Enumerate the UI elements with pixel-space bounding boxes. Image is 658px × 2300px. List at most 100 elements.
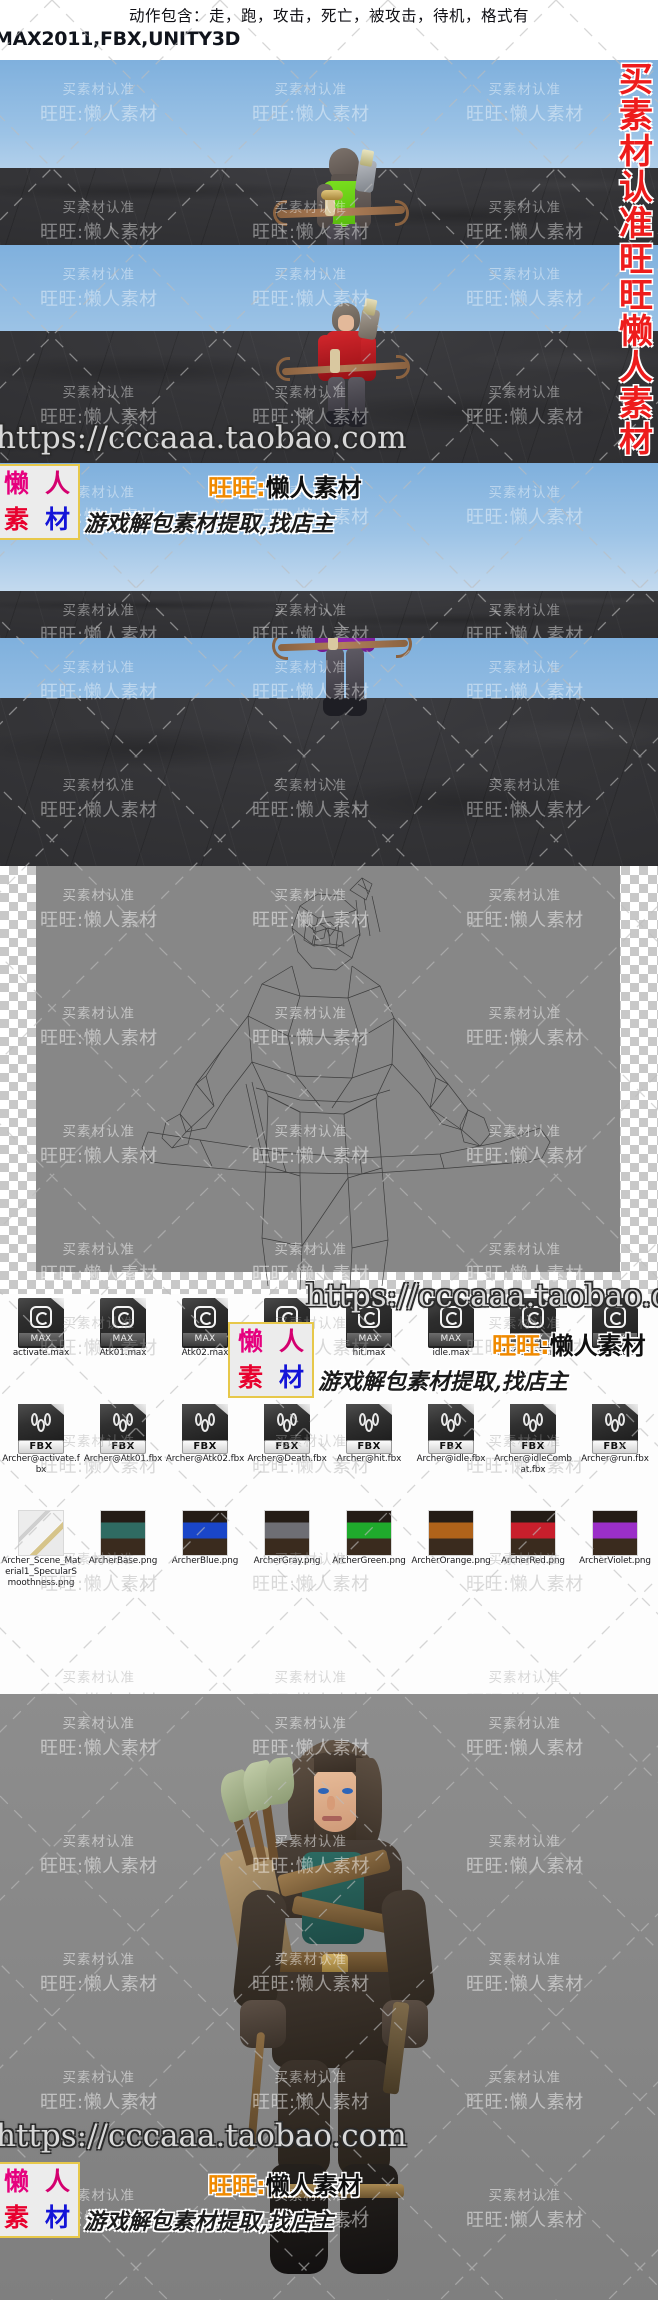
watermark-tile-line1: 买素材认准 — [62, 2188, 136, 2204]
file-item[interactable]: MAX hit.max — [328, 1298, 410, 1359]
character-archer-red — [276, 297, 410, 453]
watermark-tile-line2: 旺旺:懒人素材 — [40, 2210, 158, 2231]
file-item[interactable]: MAX Atk02.max — [164, 1298, 246, 1359]
file-item[interactable]: MAX Death.max — [246, 1298, 328, 1359]
file-item[interactable]: FBX Archer@idleCombat.fbx — [492, 1404, 574, 1476]
watermark-tile-line1: 买素材认准 — [488, 2070, 562, 2086]
format-subtitle: MAX2011,FBX,UNITY3D — [0, 28, 241, 50]
watermark-tile: 买素材认准旺旺:懒人素材 — [466, 1830, 584, 1878]
file-item[interactable]: Archer_Scene_Material1_SpecularSmoothnes… — [0, 1510, 82, 1589]
page-title: 动作包含：走，跑，攻击，死亡，被攻击，待机，格式有 — [128, 7, 529, 25]
fbx-file-icon: FBX — [592, 1404, 638, 1454]
file-name-label: Archer@Atk01.fbx — [83, 1454, 163, 1464]
file-row-fbx[interactable]: FBX Archer@activate.fbx FBX Archer@Atk01.f… — [0, 1400, 658, 1506]
watermark-tile: 买素材认准旺旺:懒人素材 — [40, 1948, 158, 1996]
viewport-green-archer-back: 买素材认准 旺旺:懒人素材 买素材认准 旺旺:懒人素材 买素材认准 旺旺:懒人素材 买素材认… — [0, 60, 658, 245]
max-file-icon: MAX — [428, 1298, 474, 1348]
file-item[interactable]: ArcherBase.png — [82, 1510, 164, 1567]
watermark-tile-line1: 买素材认准 — [488, 1716, 562, 1732]
file-name-label: Atk02.max — [181, 1348, 229, 1358]
file-item[interactable]: ArcherViolet.png — [574, 1510, 656, 1567]
file-item[interactable]: FBX Archer@Atk02.fbx — [164, 1404, 246, 1465]
watermark-tile-line2: 旺旺:懒人素材 — [466, 2210, 584, 2231]
fbx-icon-label: FBX — [592, 1440, 638, 1454]
watermark-tile-line1: 买素材认准 — [62, 2070, 136, 2086]
max-icon-label: MAX — [429, 1333, 473, 1346]
file-row-max[interactable]: MAX activate.max MAX Atk01.max MAX Atk02.ma… — [0, 1294, 658, 1400]
file-item[interactable]: ArcherOrange.png — [410, 1510, 492, 1567]
watermark-tile-line1: 买素材认准 — [488, 1952, 562, 1968]
file-name-label: Archer@Death.fbx — [247, 1454, 327, 1464]
png-thumbnail — [182, 1510, 228, 1556]
file-name-label: ArcherGray.png — [253, 1556, 321, 1566]
file-item[interactable]: FBX Archer@hit.fbx — [328, 1404, 410, 1465]
file-name-label: Death.max — [263, 1348, 311, 1358]
watermark-tile-line1: 买素材认准 — [274, 1670, 348, 1686]
max-file-icon: MAX — [18, 1298, 64, 1348]
watermark-tile-line1: 买素材认准 — [62, 1834, 136, 1850]
character-archer-green — [273, 148, 409, 245]
watermark-tile: 买素材认准旺旺:懒人素材 — [40, 2066, 158, 2114]
max-file-icon: MAX — [100, 1298, 146, 1348]
file-name-label: idleCombat.max — [497, 1348, 569, 1358]
watermark-tile-line1: 买素材认准 — [488, 1834, 562, 1850]
max-icon-label: MAX — [511, 1333, 555, 1346]
fbx-file-icon: FBX — [510, 1404, 556, 1454]
max-file-icon: MAX — [264, 1298, 310, 1348]
watermark-tile-line2: 旺旺:懒人素材 — [40, 2092, 158, 2113]
max-icon-label: MAX — [19, 1333, 63, 1346]
file-name-label: ArcherOrange.png — [411, 1556, 491, 1566]
watermark-tile-line2: 旺旺:懒人素材 — [466, 1974, 584, 1995]
file-name-label: ArcherViolet.png — [579, 1556, 651, 1566]
viewport-red-archer-front: 买素材认准 旺旺:懒人素材 买素材认准 旺旺:懒人素材 买素材认准 旺旺:懒人素材 买素材认… — [0, 245, 658, 463]
file-item[interactable]: FBX Archer@idle.fbx — [410, 1404, 492, 1465]
header: 动作包含：走，跑，攻击，死亡，被攻击，待机，格式有 MAX2011,FBX,UN… — [0, 0, 658, 60]
file-item[interactable]: FBX Archer@run.fbx — [574, 1404, 656, 1465]
watermark-tile: 买素材认准旺旺:懒人素材 — [40, 1830, 158, 1878]
watermark-tile-line2: 旺旺:懒人素材 — [40, 1974, 158, 1995]
file-explorer[interactable]: MAX activate.max MAX Atk01.max MAX Atk02.ma… — [0, 1294, 658, 1713]
file-name-label: Archer@idle.fbx — [416, 1454, 486, 1464]
wireframe-mesh — [141, 877, 551, 1291]
file-name-label: ArcherBlue.png — [171, 1556, 239, 1566]
file-item[interactable]: FBX Archer@Atk01.fbx — [82, 1404, 164, 1465]
watermark-tile-line2: 旺旺:懒人素材 — [40, 1856, 158, 1877]
file-item[interactable]: FBX Archer@activate.fbx — [0, 1404, 82, 1476]
file-item[interactable]: MAX activate.max — [0, 1298, 82, 1359]
file-item[interactable]: ArcherRed.png — [492, 1510, 574, 1567]
file-item[interactable]: MAX run.max — [574, 1298, 656, 1359]
ground-plane — [0, 591, 658, 638]
max-file-icon: MAX — [510, 1298, 556, 1348]
fbx-file-icon: FBX — [428, 1404, 474, 1454]
png-thumbnail — [18, 1510, 64, 1556]
fbx-file-icon: FBX — [182, 1404, 228, 1454]
max-icon-label: MAX — [265, 1333, 309, 1346]
file-item[interactable]: ArcherGreen.png — [328, 1510, 410, 1567]
file-item[interactable]: FBX Archer@Death.fbx — [246, 1404, 328, 1465]
file-item[interactable]: ArcherBlue.png — [164, 1510, 246, 1567]
fbx-icon-label: FBX — [264, 1440, 310, 1454]
fbx-file-icon: FBX — [346, 1404, 392, 1454]
watermark-tile-line1: 买素材认准 — [62, 1952, 136, 1968]
watermark-tile: 买素材认准旺旺:懒人素材 — [40, 1712, 158, 1760]
png-thumbnail — [346, 1510, 392, 1556]
file-name-label: Archer@Atk02.fbx — [165, 1454, 245, 1464]
file-item[interactable]: MAX Atk01.max — [82, 1298, 164, 1359]
png-thumbnail — [100, 1510, 146, 1556]
file-item[interactable]: ArcherGray.png — [246, 1510, 328, 1567]
file-name-label: Archer@activate.fbx — [2, 1454, 80, 1475]
file-name-label: activate.max — [12, 1348, 70, 1358]
watermark-tile: 买素材认准旺旺:懒人素材 — [466, 1712, 584, 1760]
watermark-tile-line1: 买素材认准 — [488, 2188, 562, 2204]
file-row-png[interactable]: Archer_Scene_Material1_SpecularSmoothnes… — [0, 1506, 658, 1626]
watermark-tile: 买素材认准旺旺:懒人素材 — [466, 1948, 584, 1996]
file-item[interactable]: MAX idle.max — [410, 1298, 492, 1359]
watermark-tile-line1: 买素材认准 — [488, 1670, 562, 1686]
viewport-wireframe: 买素材认准 旺旺:懒人素材 买素材认准 旺旺:懒人素材 买素材认准 旺旺:懒人素材 买素材认… — [0, 866, 658, 1294]
max-file-icon: MAX — [182, 1298, 228, 1348]
file-item[interactable]: MAX idleCombat.max — [492, 1298, 574, 1359]
product-listing-page: 动作包含：走，跑，攻击，死亡，被攻击，待机，格式有 MAX2011,FBX,UN… — [0, 0, 658, 2300]
watermark-tile-line1: 买素材认准 — [62, 1716, 136, 1732]
character-archer-purple — [272, 638, 412, 766]
watermark-tile: 买素材认准旺旺:懒人素材 — [466, 2184, 584, 2232]
